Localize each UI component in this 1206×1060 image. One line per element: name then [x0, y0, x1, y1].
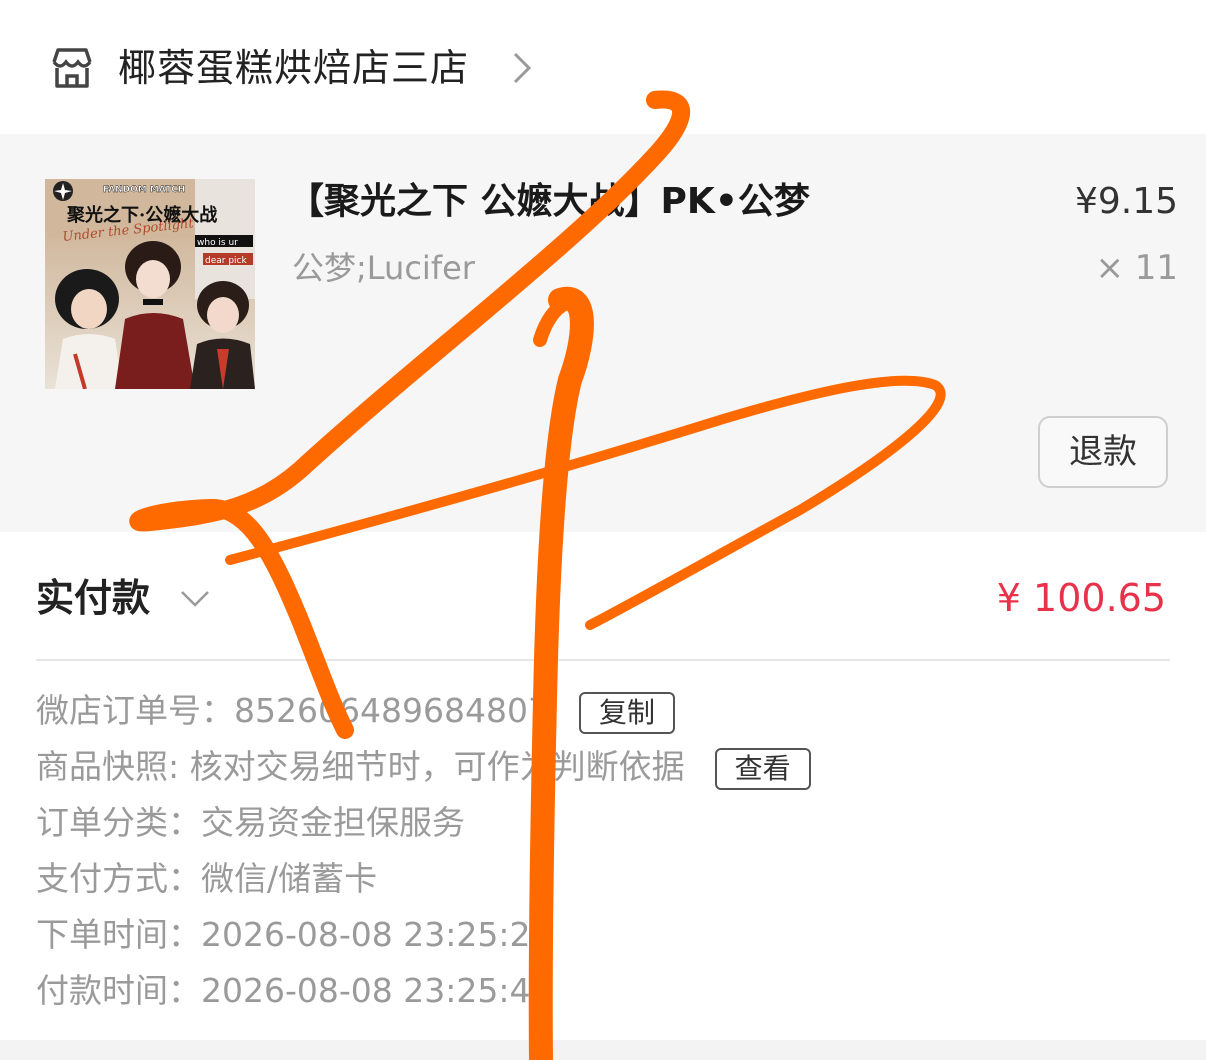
product-thumbnail[interactable]: FANDOM MATCH 聚光之下·公嬷大战 Under the Spotlig…	[45, 179, 255, 389]
product-spec: 公梦;Lucifer	[292, 249, 475, 287]
product-quantity: × 11	[1095, 248, 1178, 288]
order-number-label: 微店订单号：	[36, 691, 234, 730]
pay-time-row: 付款时间：2026-08-08 23:25:44	[36, 966, 551, 1016]
pay-method-label: 支付方式：	[36, 859, 201, 898]
order-time-value: 2026-08-08 23:25:29	[201, 915, 552, 954]
category-label: 订单分类：	[36, 803, 201, 842]
refund-button[interactable]: 退款	[1038, 416, 1168, 488]
pay-method-row: 支付方式：微信/储蓄卡	[36, 854, 377, 904]
copy-button[interactable]: 复制	[578, 691, 675, 734]
store-icon	[52, 48, 92, 88]
divider	[36, 659, 1170, 661]
thumbnail-top-text: FANDOM MATCH	[103, 185, 185, 195]
paid-amount-row: 实付款 ¥ 100.65	[0, 532, 1206, 660]
snapshot-text: 核对交易细节时，可作为判断依据	[189, 747, 685, 786]
chevron-down-icon[interactable]	[178, 584, 212, 612]
shop-name[interactable]: 椰蓉蛋糕烘焙店三店	[118, 40, 469, 96]
thumbnail-tag-1: who is ur	[197, 238, 238, 248]
pay-method-value: 微信/储蓄卡	[201, 859, 378, 898]
order-time-label: 下单时间：	[36, 915, 201, 954]
chevron-right-icon[interactable]	[508, 50, 536, 86]
order-item-card[interactable]: FANDOM MATCH 聚光之下·公嬷大战 Under the Spotlig…	[0, 134, 1206, 532]
product-price: ¥9.15	[1074, 181, 1178, 222]
thumbnail-tag-2: dear pick	[205, 256, 247, 266]
paid-amount: ¥ 100.65	[996, 576, 1166, 620]
order-number: 852606489684807	[234, 691, 549, 730]
thumbnail-badge-icon	[53, 181, 73, 201]
view-snapshot-button[interactable]: 查看	[714, 747, 811, 790]
pay-time-label: 付款时间：	[36, 971, 201, 1010]
shop-header[interactable]: 椰蓉蛋糕烘焙店三店	[0, 0, 1206, 134]
snapshot-label: 商品快照:	[36, 747, 180, 786]
pay-time-value: 2026-08-08 23:25:44	[201, 971, 552, 1010]
bottom-bar	[0, 1040, 1206, 1060]
product-title[interactable]: 【聚光之下 公嬷大战】PK•公梦	[288, 178, 810, 226]
category-value: 交易资金担保服务	[201, 803, 465, 842]
paid-label: 实付款	[36, 576, 151, 620]
category-row: 订单分类：交易资金担保服务	[36, 798, 465, 848]
order-time-row: 下单时间：2026-08-08 23:25:29	[36, 910, 551, 960]
order-number-row: 微店订单号：852606489684807 复制	[36, 686, 675, 736]
snapshot-row: 商品快照: 核对交易细节时，可作为判断依据 查看	[36, 742, 811, 792]
